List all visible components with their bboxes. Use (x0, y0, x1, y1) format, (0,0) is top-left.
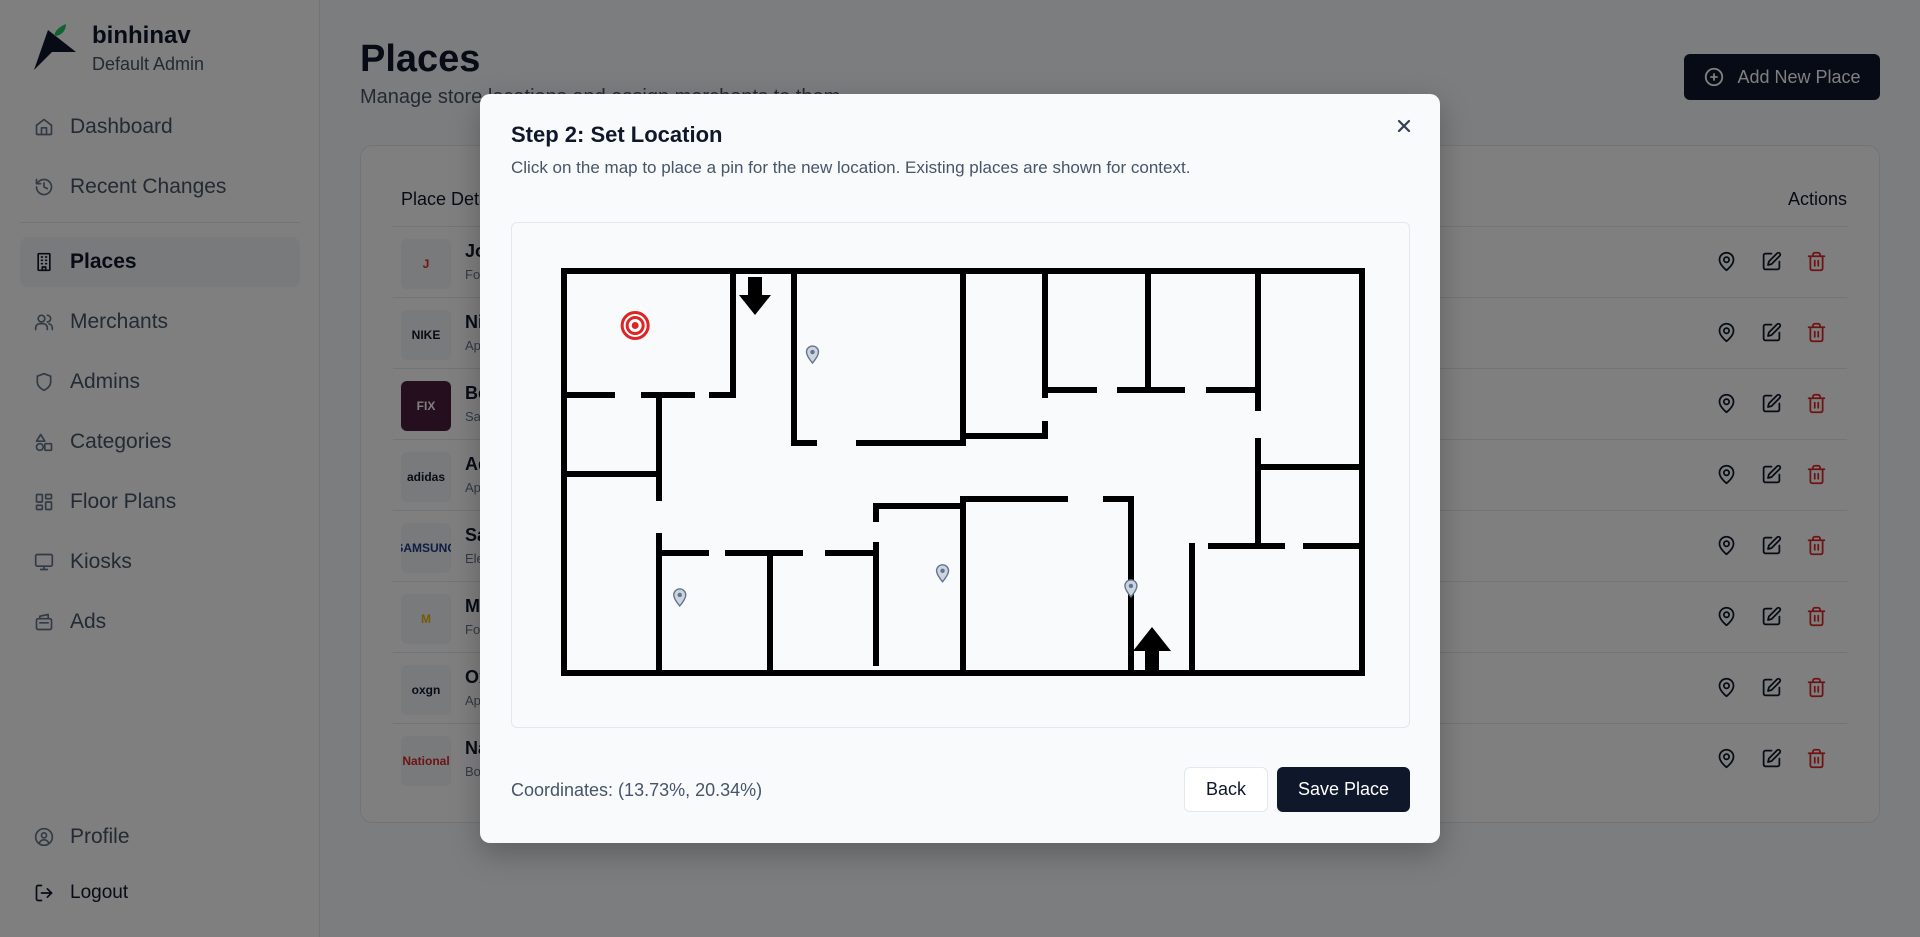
existing-place-pin-icon (1124, 579, 1138, 598)
floor-plan-canvas[interactable] (512, 223, 1409, 727)
floor-plan-map[interactable] (511, 222, 1410, 728)
entrance-arrow-bottom-icon (1133, 627, 1171, 671)
coordinates-readout: Coordinates: (13.73%, 20.34%) (511, 780, 763, 800)
new-location-target-icon (620, 311, 650, 341)
existing-place-pin-icon (673, 588, 687, 608)
dialog-title: Step 2: Set Location (511, 122, 723, 147)
close-icon (1397, 119, 1411, 133)
close-button[interactable] (1392, 114, 1416, 138)
dialog-description: Click on the map to place a pin for the … (511, 158, 1191, 177)
entrance-arrow-top-icon (739, 277, 771, 315)
set-location-dialog: Step 2: Set Location Click on the map to… (480, 94, 1440, 843)
existing-place-pin-icon (935, 564, 950, 583)
map-pins-layer (620, 311, 1138, 608)
save-place-button[interactable]: Save Place (1277, 767, 1410, 812)
existing-place-pin-icon (805, 345, 820, 365)
back-button[interactable]: Back (1184, 767, 1268, 812)
floor-plan-walls (561, 268, 1365, 676)
